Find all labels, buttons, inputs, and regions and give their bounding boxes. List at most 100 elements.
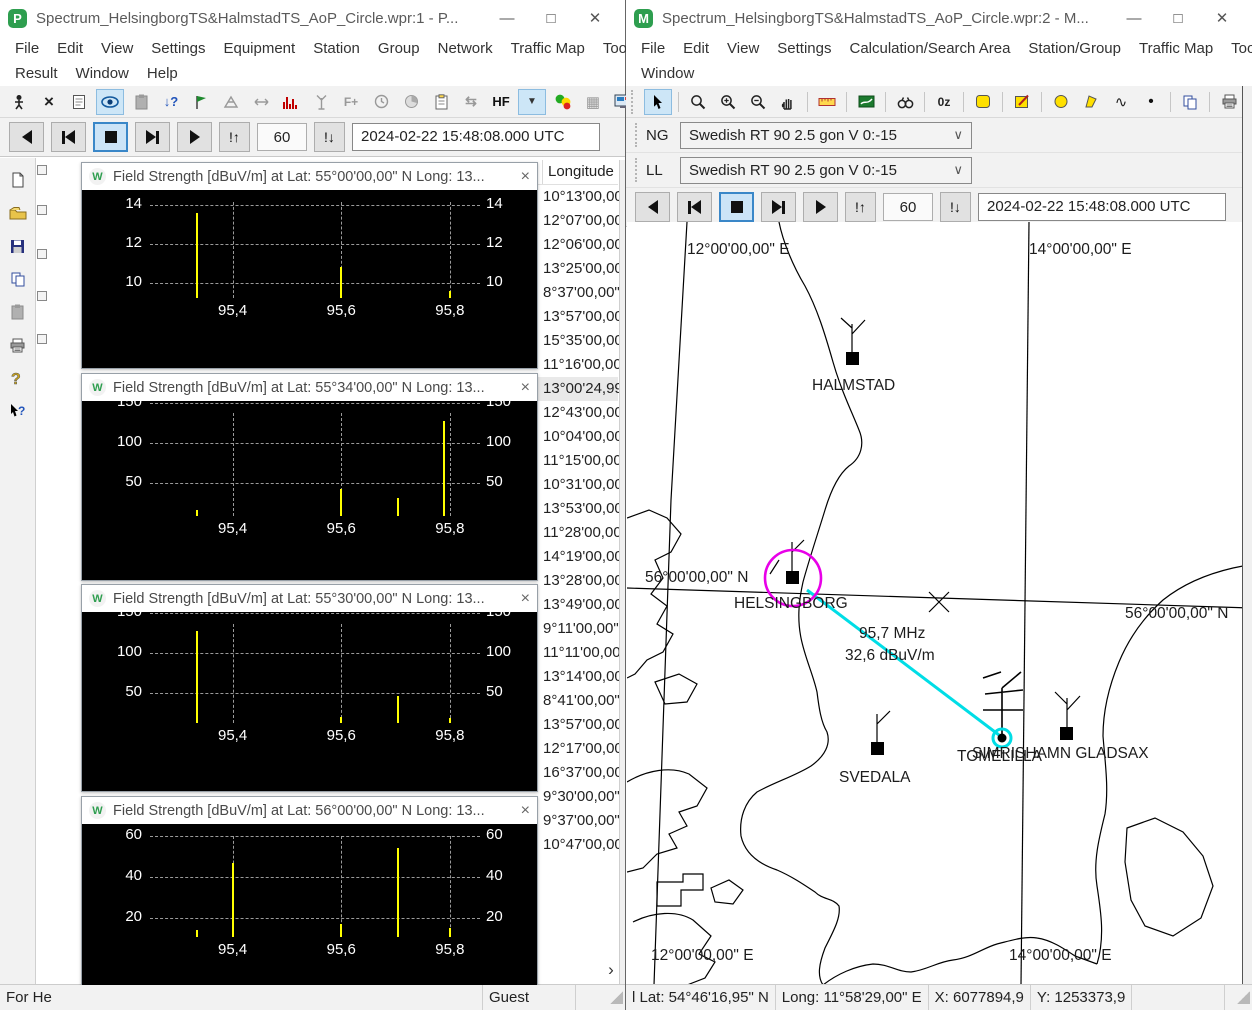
longitude-list-scrollbar[interactable] <box>619 160 625 985</box>
archive-icon[interactable] <box>128 90 154 114</box>
pan-hand-icon[interactable] <box>775 90 801 114</box>
ll-projection-combobox[interactable]: Swedish RT 90 2.5 gon V 0:-15 ∨ <box>680 157 972 184</box>
rectangle-tool-icon[interactable] <box>970 90 996 114</box>
field-plus-icon[interactable]: F+ <box>338 90 364 114</box>
menu-group[interactable]: Group <box>369 40 429 57</box>
tree-expand-box[interactable] <box>37 334 47 344</box>
flag-icon[interactable] <box>188 90 214 114</box>
new-document-icon[interactable] <box>5 168 31 192</box>
stop-button[interactable] <box>93 122 128 152</box>
help-icon[interactable]: ? <box>5 366 31 390</box>
menu-file[interactable]: File <box>6 40 48 57</box>
menu-traffic-map[interactable]: Traffic Map <box>502 40 594 57</box>
zoom-out-icon[interactable] <box>745 90 771 114</box>
close-button[interactable]: ✕ <box>1200 9 1244 27</box>
close-icon[interactable]: × <box>508 802 530 820</box>
polygon-tool-icon[interactable] <box>1078 90 1104 114</box>
copy-icon[interactable] <box>5 267 31 291</box>
play-button[interactable] <box>177 122 212 152</box>
wizard-icon[interactable] <box>6 90 32 114</box>
menu-calculation-search-area[interactable]: Calculation/Search Area <box>840 40 1019 57</box>
clock-icon[interactable] <box>368 90 394 114</box>
binoculars-icon[interactable] <box>892 90 918 114</box>
right-titlebar[interactable]: M Spectrum_HelsingborgTS&HalmstadTS_AoP_… <box>626 0 1252 36</box>
ng-projection-combobox[interactable]: Swedish RT 90 2.5 gon V 0:-15 ∨ <box>680 122 972 149</box>
hf-icon[interactable]: HF <box>488 90 514 114</box>
menu-equipment[interactable]: Equipment <box>214 40 304 57</box>
menu-view[interactable]: View <box>92 40 142 57</box>
print-icon[interactable] <box>5 333 31 357</box>
spectrum-plot[interactable]: 20204040606095,495,695,8 <box>82 824 537 985</box>
histogram-icon[interactable] <box>278 90 304 114</box>
skip-start-button[interactable] <box>51 122 86 152</box>
context-help-icon[interactable]: ? <box>5 399 31 423</box>
print-icon[interactable] <box>1216 90 1242 114</box>
skip-end-button[interactable] <box>135 122 170 152</box>
step-interval-up-button[interactable]: !↑ <box>219 122 250 152</box>
svedala-station-marker[interactable] <box>871 742 884 755</box>
skip-start-button[interactable] <box>677 192 712 222</box>
spectrum-plot[interactable]: 10101212141495,495,695,8 <box>82 190 537 368</box>
menu-edit[interactable]: Edit <box>674 40 718 57</box>
step-interval-up-button[interactable]: !↑ <box>845 192 876 222</box>
skip-end-button[interactable] <box>761 192 796 222</box>
step-back-button[interactable] <box>9 122 44 152</box>
timestamp-field[interactable]: 2024-02-22 15:48:08.000 UTC <box>352 123 600 151</box>
stop-button[interactable] <box>719 192 754 222</box>
measure-icon[interactable]: 0z <box>931 90 957 114</box>
tree-expand-box[interactable] <box>37 205 47 215</box>
spectrum-view-icon[interactable] <box>96 89 124 115</box>
polyline-tool-icon[interactable]: ∿ <box>1108 90 1134 114</box>
close-button[interactable]: ✕ <box>573 9 617 27</box>
menu-traffic-map[interactable]: Traffic Map <box>1130 40 1222 57</box>
menu-result[interactable]: Result <box>6 65 67 82</box>
minimize-button[interactable]: — <box>485 10 529 27</box>
network-icon[interactable] <box>218 90 244 114</box>
note-edit-icon[interactable] <box>1009 90 1035 114</box>
dropdown-icon[interactable]: ▼ <box>518 89 546 115</box>
timestamp-field[interactable]: 2024-02-22 15:48:08.000 UTC <box>978 193 1226 221</box>
scroll-right-chevron[interactable]: › <box>602 960 620 980</box>
menu-window[interactable]: Window <box>632 65 703 82</box>
menu-settings[interactable]: Settings <box>768 40 840 57</box>
maximize-button[interactable]: □ <box>1156 10 1200 27</box>
column-header-longitude[interactable]: Longitude <box>543 160 618 184</box>
left-titlebar[interactable]: P Spectrum_HelsingborgTS&HalmstadTS_AoP_… <box>0 0 625 36</box>
traffic-map[interactable]: 12°00'00,00" E 14°00'00,00" E 12°00'00,0… <box>627 222 1243 985</box>
minimize-button[interactable]: — <box>1112 10 1156 27</box>
menu-window[interactable]: Window <box>67 65 138 82</box>
menu-help[interactable]: Help <box>138 65 187 82</box>
copy-icon[interactable] <box>1177 90 1203 114</box>
step-interval-down-button[interactable]: !↓ <box>314 122 345 152</box>
menu-network[interactable]: Network <box>429 40 502 57</box>
menu-settings[interactable]: Settings <box>142 40 214 57</box>
menu-station[interactable]: Station <box>304 40 369 57</box>
tree-expand-box[interactable] <box>37 249 47 259</box>
close-icon[interactable]: × <box>508 379 530 397</box>
clipboard-icon[interactable] <box>428 90 454 114</box>
resize-grip[interactable] <box>1237 991 1250 1004</box>
menu-tools[interactable]: Tools <box>1222 40 1252 57</box>
zoom-in-icon[interactable] <box>715 90 741 114</box>
resize-grip[interactable] <box>610 991 623 1004</box>
menu-edit[interactable]: Edit <box>48 40 92 57</box>
person-icon[interactable]: ⇆ <box>458 90 484 114</box>
map-edit-icon[interactable] <box>853 90 879 114</box>
chart-window-titlebar[interactable]: WField Strength [dBuV/m] at Lat: 55°00'0… <box>82 163 537 190</box>
properties-icon[interactable] <box>66 90 92 114</box>
tomelilla-station-marker[interactable] <box>998 734 1007 743</box>
menu-view[interactable]: View <box>718 40 768 57</box>
circle-tool-icon[interactable] <box>1048 90 1074 114</box>
chart-window-titlebar[interactable]: WField Strength [dBuV/m] at Lat: 55°30'0… <box>82 585 537 612</box>
ruler-icon[interactable] <box>814 90 840 114</box>
map-scrollbar[interactable] <box>1242 86 1252 1010</box>
interval-input[interactable]: 60 <box>257 123 307 151</box>
sort-question-icon[interactable]: ↓? <box>158 90 184 114</box>
step-interval-down-button[interactable]: !↓ <box>940 192 971 222</box>
interval-input[interactable]: 60 <box>883 193 933 221</box>
paste-icon[interactable] <box>5 300 31 324</box>
traffic-lights-icon[interactable] <box>550 90 576 114</box>
select-arrow-icon[interactable] <box>644 89 672 115</box>
save-icon[interactable] <box>5 234 31 258</box>
zoom-lens-icon[interactable] <box>685 90 711 114</box>
